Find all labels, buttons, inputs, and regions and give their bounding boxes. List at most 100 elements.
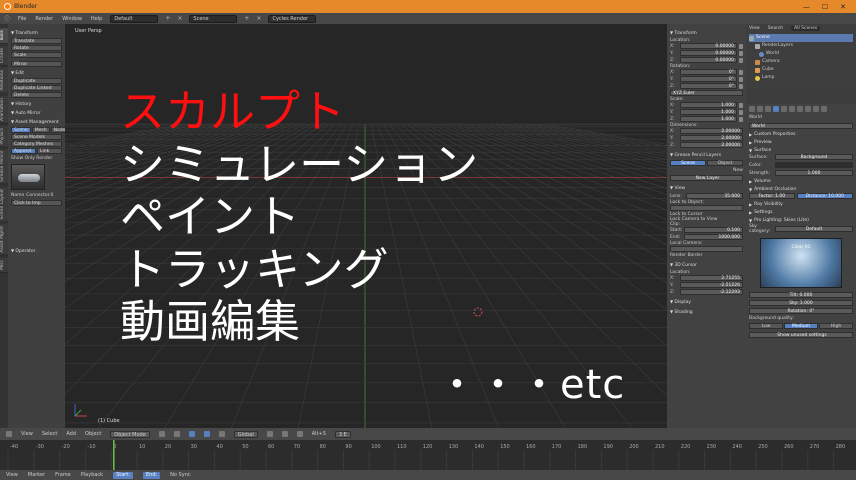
rotate-button[interactable]: Rotate (11, 45, 62, 51)
layers-icon[interactable] (266, 431, 273, 437)
translate-button[interactable]: Translate (11, 38, 62, 44)
duplicate-linked-button[interactable]: Duplicate Linked (11, 85, 62, 91)
object-menu[interactable]: Object (85, 431, 101, 437)
outliner-view-menu[interactable]: View (749, 26, 760, 31)
menu-help[interactable]: Help (90, 16, 103, 22)
name-value[interactable]: Connector.0 (26, 193, 53, 198)
scale-x-field[interactable]: 1.000 (680, 102, 737, 108)
scale-button[interactable]: Scale (11, 52, 62, 58)
dimension-x-field[interactable]: 2.00000 (680, 128, 743, 134)
close-icon[interactable]: × (177, 15, 182, 22)
orientation-select[interactable]: Global (233, 430, 258, 438)
pro-lighting-section[interactable]: Pro Lighting: Skies (Lite) (749, 218, 853, 223)
lock-icon[interactable] (739, 43, 743, 49)
delete-button[interactable]: Delete (11, 92, 62, 98)
new-button[interactable]: New (670, 168, 743, 173)
outliner-row[interactable]: RenderLayers (749, 42, 853, 50)
asset-thumbnail[interactable] (11, 164, 45, 190)
asset-header[interactable]: Asset Management (11, 119, 62, 125)
show-only-render-toggle[interactable]: Show Only Render (11, 156, 62, 161)
lock-icon[interactable] (739, 57, 743, 63)
tab-misc[interactable]: Misc (0, 257, 8, 273)
cursor-z-field[interactable]: -2.12293 (680, 289, 743, 295)
tab-create[interactable]: Create (0, 46, 8, 67)
volume-section[interactable]: Volume (749, 179, 853, 184)
sky-field[interactable]: Sky: 1.000 (749, 300, 853, 306)
append-button[interactable]: Append (11, 148, 36, 154)
lock-icon[interactable] (739, 76, 743, 82)
strength-field[interactable]: 1.000 (775, 170, 853, 176)
new-layer-button[interactable]: New Layer (670, 175, 743, 181)
lock-icon[interactable] (739, 69, 743, 75)
close-button[interactable]: ✕ (840, 3, 846, 11)
layout-selector[interactable]: Default (110, 14, 159, 23)
show-unused-settings-button[interactable]: Show unused settings (749, 332, 853, 338)
location-y-field[interactable]: 0.00000 (680, 50, 737, 56)
start-frame-field[interactable]: Start: (113, 471, 133, 479)
display-section[interactable]: Display (670, 299, 743, 305)
frame-field[interactable]: 3 E (334, 430, 351, 438)
transform-section[interactable]: Transform (670, 30, 743, 36)
rotation-z-field[interactable]: 0° (680, 83, 737, 89)
outliner-row[interactable]: World (749, 50, 853, 58)
local-camera-field[interactable] (670, 246, 743, 252)
world-tab-icon[interactable] (773, 106, 779, 112)
3d-cursor-section[interactable]: 3D Cursor (670, 262, 743, 268)
quality-low[interactable]: Low (749, 323, 783, 329)
scene-selector[interactable]: Scene (189, 14, 238, 23)
menu-file[interactable]: File (17, 16, 27, 22)
lock-icon[interactable] (739, 102, 743, 108)
clip-end-field[interactable]: 1000.000 (684, 234, 743, 240)
tl-playback-menu[interactable]: Playback (81, 472, 103, 478)
click-to-import-button[interactable]: Click to Imp (11, 200, 62, 206)
duplicate-button[interactable]: Duplicate (11, 78, 62, 84)
custom-properties-section[interactable]: Custom Properties (749, 132, 853, 137)
3d-viewport[interactable]: User Persp (1) Cube スカルプト シミュレーション ペイント … (65, 24, 667, 428)
location-z-field[interactable]: 0.00000 (680, 57, 737, 63)
grease-tab-object[interactable]: Object (707, 160, 743, 166)
lock-icon[interactable] (739, 83, 743, 89)
lock-icon[interactable] (739, 116, 743, 122)
scale-z-field[interactable]: 1.000 (680, 116, 737, 122)
color-swatch[interactable] (775, 162, 853, 168)
location-x-field[interactable]: 0.00000 (680, 43, 737, 49)
texture-icon[interactable] (821, 106, 827, 112)
tl-frame-menu[interactable]: Frame (55, 472, 71, 478)
view-section[interactable]: View (670, 185, 743, 191)
link-button[interactable]: Link (37, 148, 62, 154)
tab-tools[interactable]: Tools (0, 28, 8, 45)
sky-preview[interactable]: Clear 01 (760, 238, 842, 288)
clip-start-field[interactable]: 0.100 (684, 227, 743, 233)
tab-asset-mgmt[interactable]: Asset Mgmt (0, 224, 8, 256)
sky-category-select[interactable]: Default (775, 226, 853, 232)
outliner-row[interactable]: Scene (749, 34, 853, 42)
settings-section[interactable]: Settings (749, 210, 853, 215)
rotation-mode-select[interactable]: XYZ Euler (670, 90, 743, 96)
menu-render[interactable]: Render (34, 16, 54, 22)
grease-pencil-section[interactable]: Grease Pencil Layers (670, 152, 743, 158)
mode-select[interactable]: Object Mode (110, 430, 150, 438)
ambient-occlusion-section[interactable]: Ambient Occlusion (749, 187, 853, 192)
tab-grease-pencil[interactable]: Grease Pencil (0, 149, 8, 185)
scale-y-field[interactable]: 1.000 (680, 109, 737, 115)
add-icon[interactable]: + (165, 15, 170, 22)
material-icon[interactable] (813, 106, 819, 112)
constraints-icon[interactable] (789, 106, 795, 112)
timeline[interactable]: -40 -30 -20 -10 0 10 20 30 40 50 60 70 80 90 100 110 120… (0, 440, 856, 470)
close-icon[interactable]: × (256, 15, 261, 22)
sync-select[interactable]: No Sync (170, 472, 190, 478)
layers-icon[interactable] (757, 106, 763, 112)
end-frame-field[interactable]: End: (142, 471, 161, 479)
data-icon[interactable] (805, 106, 811, 112)
quality-high[interactable]: High (819, 323, 853, 329)
asset-tab-scene[interactable]: Scene (11, 127, 31, 133)
rotation-y-field[interactable]: 0° (680, 76, 737, 82)
cursor-x-field[interactable]: 2.71255 (680, 275, 743, 281)
history-header[interactable]: History (11, 101, 62, 107)
render-icon[interactable] (749, 106, 755, 112)
layers-icon[interactable] (281, 431, 288, 437)
maximize-button[interactable]: ☐ (822, 3, 828, 11)
modifiers-icon[interactable] (797, 106, 803, 112)
rotate-icon[interactable] (218, 431, 225, 437)
auto-mirror-header[interactable]: Auto Mirror (11, 110, 62, 116)
